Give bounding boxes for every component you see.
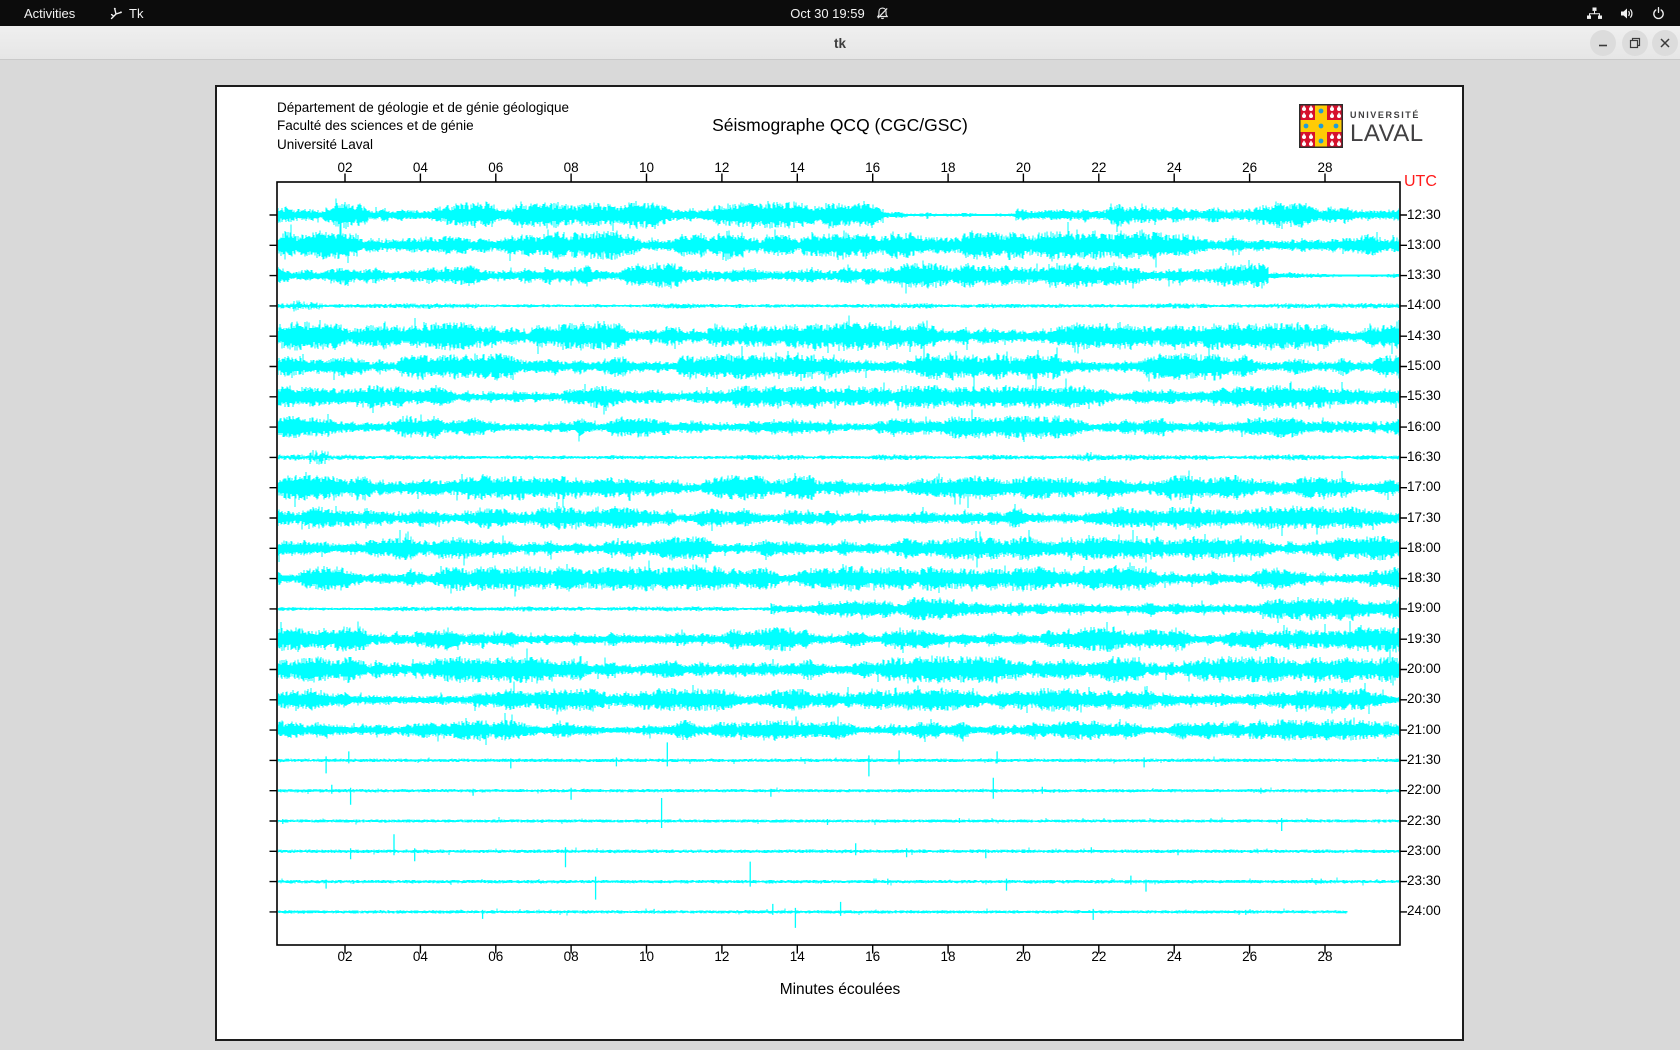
trace-row [278, 847, 1400, 855]
notifications-off-icon [875, 6, 890, 21]
trace-row [278, 788, 1400, 795]
figure-header: Département de géologie et de génie géol… [277, 99, 569, 154]
trace-row [278, 199, 1400, 235]
clock-button[interactable]: Oct 30 19:59 [0, 0, 1680, 26]
trace-spikes [483, 902, 1246, 928]
logo-text-universite: UNIVERSITÉ [1350, 110, 1424, 120]
header-line-3: Université Laval [277, 136, 569, 154]
minimize-button[interactable] [1590, 30, 1616, 56]
trace-row [278, 378, 1400, 414]
window-title-bar[interactable]: tk [0, 26, 1680, 60]
window-title: tk [0, 26, 1680, 60]
power-icon [1651, 6, 1666, 21]
axis-ticks [270, 174, 1408, 954]
trace-row [278, 713, 1400, 745]
trace-row [278, 560, 1400, 596]
trace-row [278, 757, 1400, 765]
system-tray-button[interactable] [1586, 0, 1666, 26]
trace-row [278, 817, 1400, 825]
network-icon [1586, 6, 1603, 21]
trace-spikes [283, 798, 1282, 831]
trace-row [278, 222, 1400, 267]
trace-group [278, 199, 1400, 928]
universite-laval-logo: UNIVERSITÉ LAVAL [1299, 104, 1424, 153]
trace-row [278, 530, 1400, 568]
trace-row [278, 316, 1400, 360]
trace-row [278, 450, 1400, 465]
trace-row [278, 682, 1400, 715]
desktop-top-bar: Activities Tk Oct 30 19:59 [0, 0, 1680, 26]
trace-row [278, 502, 1400, 536]
trace-row [278, 908, 1347, 915]
figure-title: Séismographe QCQ (CGC/GSC) [560, 115, 1120, 136]
header-line-1: Département de géologie et de génie géol… [277, 99, 569, 117]
trace-row [278, 410, 1400, 442]
plot-frame [277, 182, 1400, 945]
clock-text: Oct 30 19:59 [790, 6, 864, 21]
header-line-2: Faculté des sciences et de génie [277, 117, 569, 135]
logo-text-laval: LAVAL [1350, 120, 1424, 148]
trace-row [278, 260, 1400, 294]
trace-row [278, 300, 1400, 311]
screen: Activities Tk Oct 30 19:59 [0, 0, 1680, 1050]
trace-row [278, 470, 1400, 508]
trace-row [278, 597, 1400, 623]
x-axis-title: Minutes écoulées [560, 981, 1120, 999]
trace-row [278, 621, 1400, 653]
laval-shield-icon [1299, 104, 1343, 153]
maximize-button[interactable] [1622, 30, 1648, 56]
trace-row [278, 346, 1400, 389]
close-button[interactable] [1652, 30, 1678, 56]
volume-icon [1619, 6, 1635, 21]
trace-row [278, 648, 1400, 685]
helicorder-plot [265, 170, 1425, 970]
trace-row [278, 878, 1400, 886]
